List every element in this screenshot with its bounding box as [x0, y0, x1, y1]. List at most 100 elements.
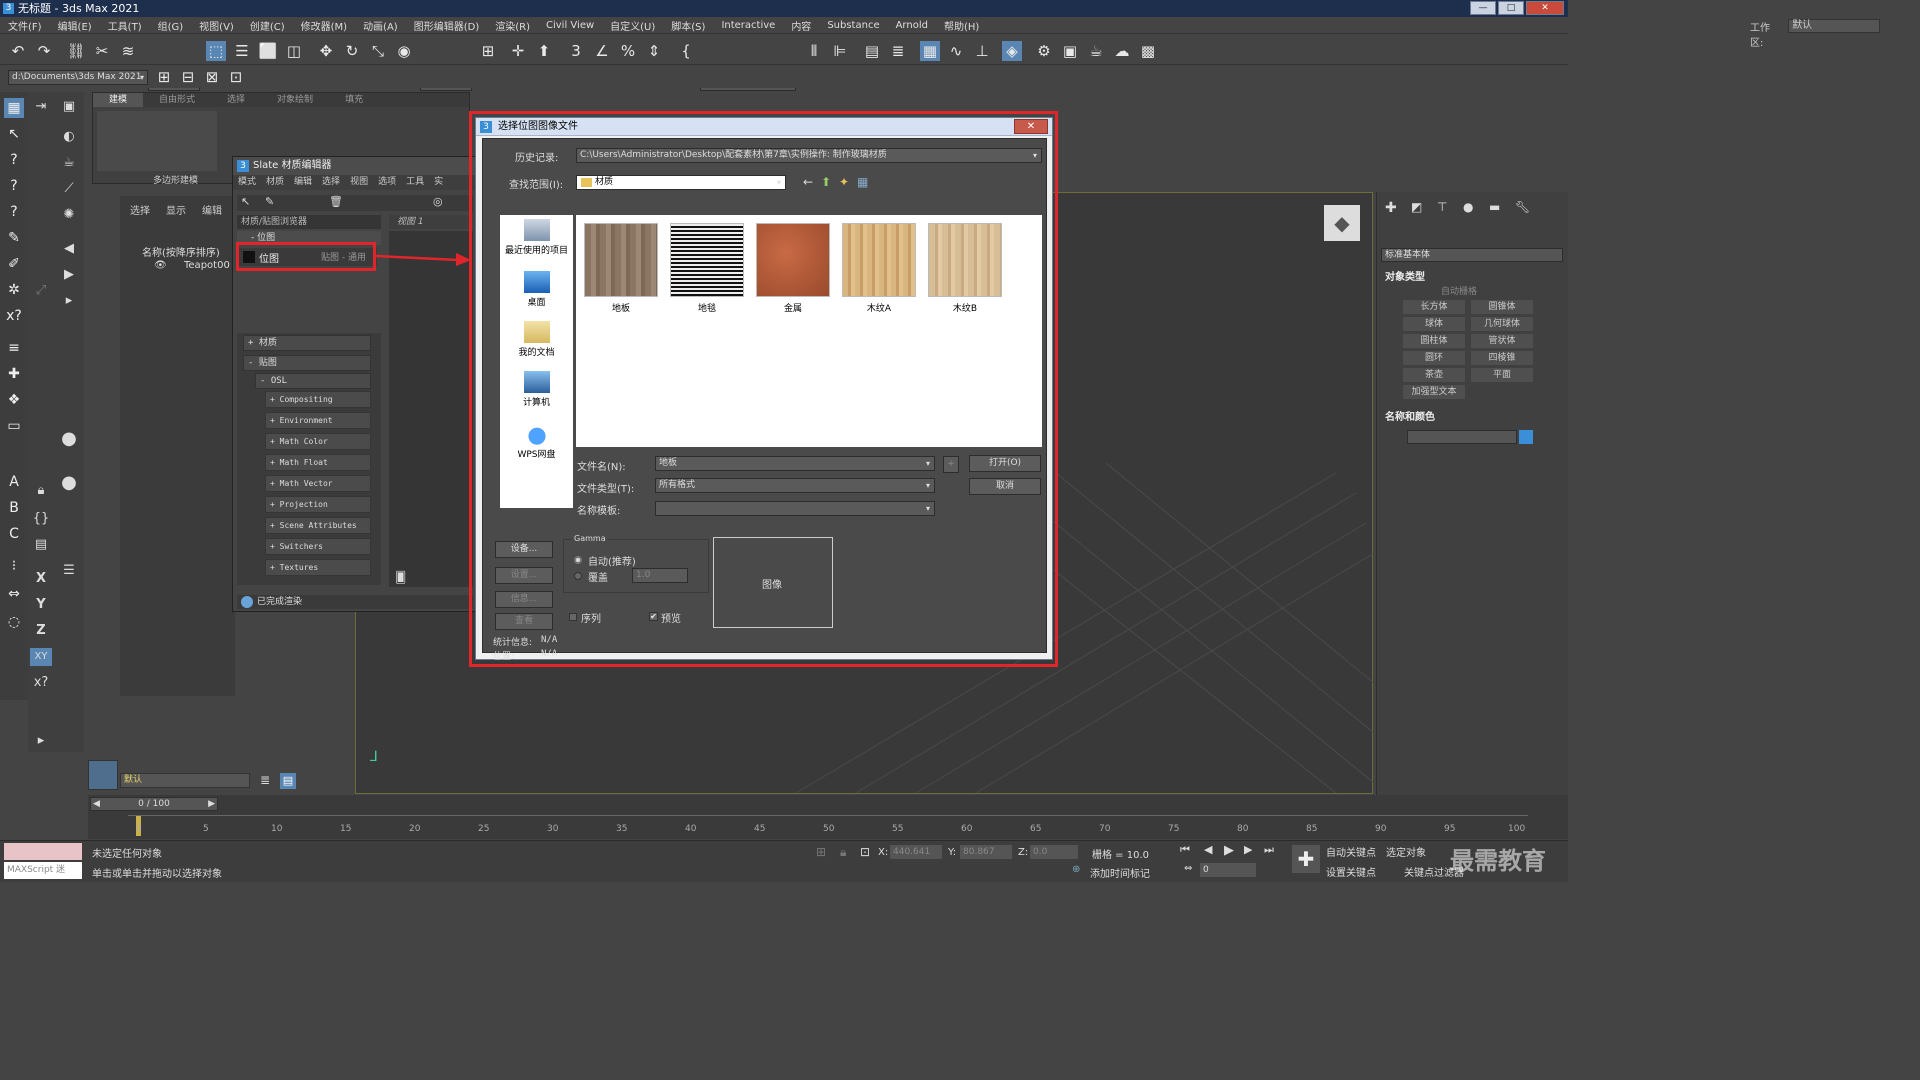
devices-button[interactable]: 设备...: [495, 541, 553, 558]
slate-menu-utilities[interactable]: 实: [429, 175, 448, 190]
place-wps-cloud[interactable]: WPS网盘: [500, 423, 573, 460]
toggle-layer-explorer-icon[interactable]: ≣: [888, 41, 908, 61]
curve-editor-icon[interactable]: ∿: [946, 41, 966, 61]
scale-tool-icon[interactable]: ⤢: [32, 282, 50, 300]
align-tool-icon[interactable]: ⇔: [4, 584, 24, 604]
open-button[interactable]: 打开(O): [969, 455, 1041, 472]
speaker-icon[interactable]: ◀: [60, 240, 78, 258]
menu-rendering[interactable]: 渲染(R): [487, 18, 538, 33]
material-editor-icon[interactable]: ◈: [1002, 41, 1022, 61]
text-plus-button[interactable]: 加强型文本: [1403, 385, 1465, 399]
slate-pick-icon[interactable]: ✎: [265, 195, 274, 208]
go-to-end-icon[interactable]: ⏭: [1264, 843, 1274, 857]
bind-space-warp-icon[interactable]: ≋: [118, 41, 138, 61]
menu-create[interactable]: 创建(C): [242, 18, 293, 33]
move-icon[interactable]: ✥: [316, 41, 336, 61]
layer-icon[interactable]: ≡: [4, 338, 24, 358]
undo-icon[interactable]: ↶: [8, 41, 28, 61]
auto-radio[interactable]: [574, 556, 582, 564]
menu-scripting[interactable]: 脚本(S): [663, 18, 713, 33]
snap-icon[interactable]: ✲: [4, 280, 24, 300]
file-list[interactable]: 地板 地毯 金属 木纹A 木纹B: [576, 215, 1042, 447]
set-key-button[interactable]: 设置关键点: [1326, 864, 1376, 879]
paste-icon[interactable]: ▤: [32, 536, 50, 554]
auto-key-button[interactable]: 自动关键点: [1326, 844, 1376, 859]
expand-arrow-icon[interactable]: ▸: [32, 732, 50, 750]
teapot-icon[interactable]: ☕: [60, 154, 78, 172]
place-icon[interactable]: ◉: [394, 41, 414, 61]
select-region-icon[interactable]: ▭: [4, 416, 24, 436]
axis-xform-icon[interactable]: x?: [32, 674, 50, 692]
cancel-button[interactable]: 取消: [969, 478, 1041, 495]
place-computer[interactable]: 计算机: [500, 371, 573, 408]
tree-item-math-float[interactable]: + Math Float: [265, 454, 371, 471]
slate-select-tool-icon[interactable]: ↖: [241, 195, 250, 208]
display-panel-icon[interactable]: ▬: [1489, 200, 1500, 214]
plane-button[interactable]: 平面: [1471, 368, 1533, 382]
go-to-start-icon[interactable]: ⏮: [1180, 843, 1190, 857]
tree-item-math-vector[interactable]: + Math Vector: [265, 475, 371, 492]
tree-item-math-color[interactable]: + Math Color: [265, 433, 371, 450]
autogrid-checkbox[interactable]: 自动栅格: [1441, 284, 1477, 297]
axis-y-icon[interactable]: Y: [32, 596, 50, 614]
slate-menu-edit[interactable]: 编辑: [289, 175, 317, 190]
mirror-icon[interactable]: ⫴: [804, 41, 824, 61]
text-tool-icon[interactable]: A: [4, 472, 24, 492]
motion-panel-icon[interactable]: ●: [1463, 200, 1473, 214]
file-thumb-floor[interactable]: 地板: [584, 223, 658, 314]
primitive-category-dropdown[interactable]: 标准基本体: [1381, 248, 1563, 262]
wand-icon[interactable]: ⟋: [60, 180, 78, 198]
layer-toggle-icon[interactable]: ▤: [280, 773, 296, 789]
menu-tools[interactable]: 工具(T): [100, 18, 150, 33]
pyramid-button[interactable]: 四棱锥: [1471, 351, 1533, 365]
file-thumb-wood-b[interactable]: 木纹B: [928, 223, 1002, 314]
place-documents[interactable]: 我的文档: [500, 321, 573, 358]
keyboard-shortcut-icon[interactable]: ⬆: [534, 41, 554, 61]
setup-button[interactable]: 设置...: [495, 567, 553, 584]
node-view-pan-icon[interactable]: 🂠: [395, 571, 406, 584]
scene-visibility-icon[interactable]: 👁︎: [154, 260, 167, 271]
sphere-grey-2-icon[interactable]: ●: [60, 474, 78, 492]
brush-icon[interactable]: ✐: [4, 254, 24, 274]
sphere-icon[interactable]: ◐: [60, 128, 78, 146]
axis-x-icon[interactable]: X: [32, 570, 50, 588]
scene-tab-edit[interactable]: 编辑: [202, 202, 222, 217]
create-panel-icon[interactable]: ✚: [1385, 200, 1397, 216]
fence-icon[interactable]: ?: [4, 202, 24, 222]
view-menu-icon[interactable]: ▦: [857, 175, 868, 189]
key-mode-icon[interactable]: ⇔: [1184, 863, 1192, 874]
maxscript-listener-pink[interactable]: [4, 843, 82, 860]
preview-checkbox[interactable]: ✔: [649, 612, 658, 621]
polygon-modeling-label[interactable]: 多边形建模: [153, 173, 198, 186]
hierarchy-panel-icon[interactable]: ⊤: [1437, 200, 1447, 214]
sphere-button[interactable]: 球体: [1403, 317, 1465, 331]
viewport-layout-icon[interactable]: [88, 760, 118, 790]
paint-select-icon[interactable]: ?: [4, 150, 24, 170]
layers-stack-icon[interactable]: ☰: [60, 562, 78, 580]
slate-menu-modes[interactable]: 模式: [233, 175, 261, 190]
menu-edit[interactable]: 编辑(E): [50, 18, 100, 33]
isolate-icon[interactable]: ⊞: [816, 845, 826, 859]
angle-snap-icon[interactable]: ∠: [592, 41, 612, 61]
info-button[interactable]: 信息...: [495, 591, 553, 608]
menu-modifiers[interactable]: 修改器(M): [293, 18, 355, 33]
menu-arnold[interactable]: Arnold: [888, 20, 936, 31]
select-by-name-icon[interactable]: ☰: [232, 41, 252, 61]
viewcube-icon[interactable]: ◆: [1324, 205, 1360, 241]
override-value-input[interactable]: 1.0: [632, 568, 688, 583]
menu-animation[interactable]: 动画(A): [355, 18, 406, 33]
object-color-swatch[interactable]: [1519, 430, 1533, 444]
knot-icon[interactable]: ✺: [60, 206, 78, 224]
menu-views[interactable]: 视图(V): [191, 18, 242, 33]
menu-help[interactable]: 帮助(H): [936, 18, 987, 33]
add-filename-button[interactable]: +: [943, 456, 959, 473]
bracket-icon[interactable]: {}: [32, 510, 50, 528]
time-tag-icon[interactable]: ⊕: [1072, 864, 1080, 875]
absolute-mode-icon[interactable]: ⊡: [860, 845, 870, 859]
up-folder-icon[interactable]: ⬆: [821, 175, 831, 189]
menu-interactive[interactable]: Interactive: [713, 20, 783, 31]
tree-item-textures[interactable]: + Textures: [265, 559, 371, 576]
bone-tool-icon[interactable]: B: [4, 498, 24, 518]
scene-tab-display[interactable]: 显示: [166, 202, 186, 217]
edit-named-selection-icon[interactable]: {: [676, 41, 696, 61]
